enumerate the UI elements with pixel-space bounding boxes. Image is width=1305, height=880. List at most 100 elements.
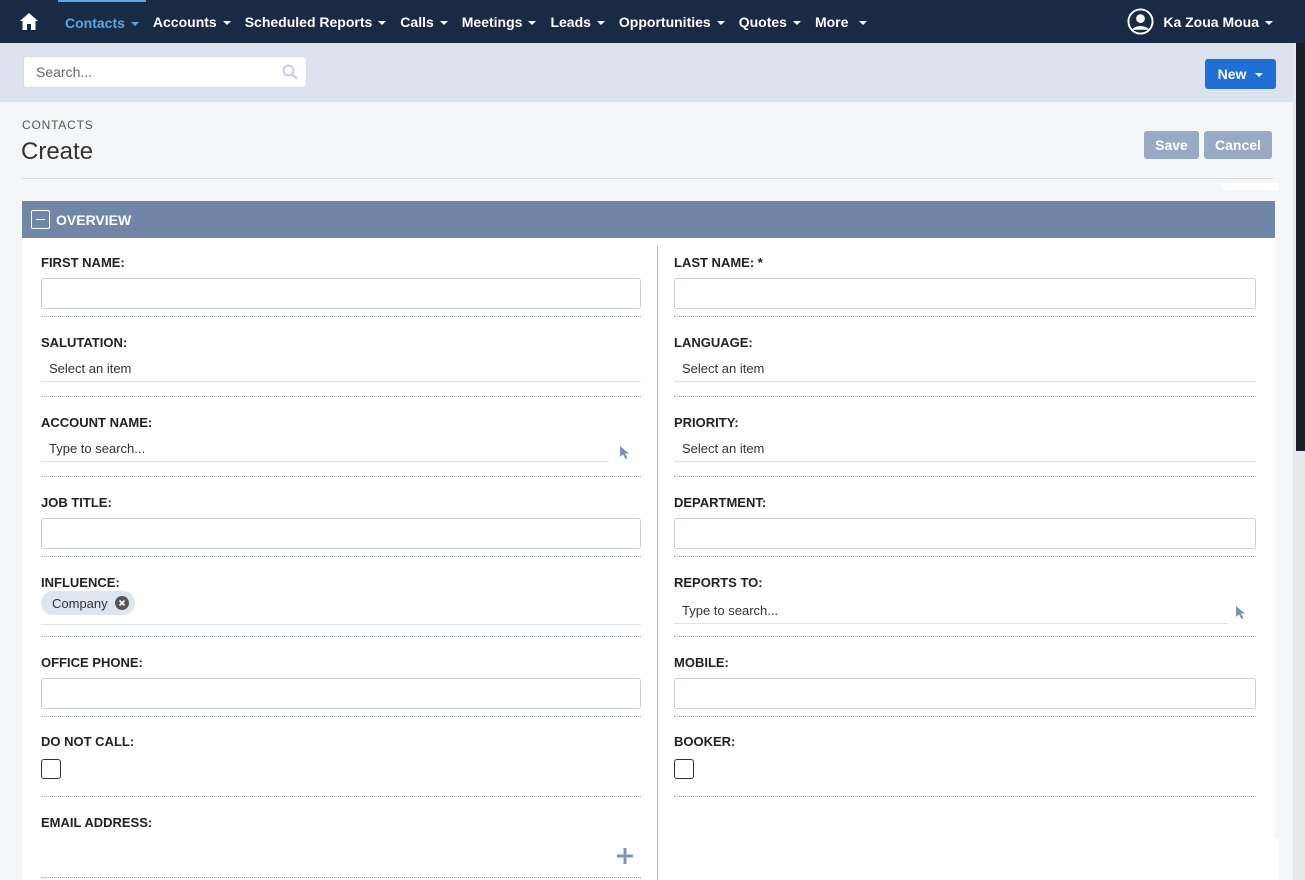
field-divider: [674, 476, 1256, 477]
job-title-field: JOB TITLE:: [41, 495, 641, 559]
do-not-call-checkbox[interactable]: [41, 759, 61, 779]
field-divider: [674, 556, 1256, 557]
cancel-button[interactable]: Cancel: [1204, 131, 1272, 159]
office-phone-field: OFFICE PHONE:: [41, 655, 641, 719]
influence-field: INFLUENCE: Company: [41, 575, 641, 639]
save-button[interactable]: Save: [1144, 131, 1199, 159]
reports-to-search[interactable]: Type to search...: [674, 597, 1228, 624]
salutation-field: SALUTATION: Select an item: [41, 335, 641, 399]
chevron-down-icon: [716, 20, 725, 25]
chevron-down-icon: [859, 20, 868, 25]
nav-opportunities[interactable]: Opportunities: [612, 0, 732, 43]
chevron-down-icon: [222, 20, 231, 25]
department-field: DEPARTMENT:: [674, 495, 1256, 559]
chevron-down-icon: [1265, 20, 1273, 25]
nav-contacts[interactable]: Contacts: [58, 0, 146, 43]
department-input[interactable]: [674, 518, 1256, 549]
booker-checkbox[interactable]: [674, 759, 694, 779]
nav-scheduled-reports[interactable]: Scheduled Reports: [238, 0, 394, 43]
home-button[interactable]: [0, 0, 58, 43]
decorative-block: [1223, 838, 1279, 880]
select-cursor-icon[interactable]: [1235, 605, 1247, 620]
salutation-label: SALUTATION:: [41, 335, 128, 350]
reports-to-label: REPORTS TO:: [674, 575, 763, 590]
account-name-label: ACCOUNT NAME:: [41, 415, 153, 430]
priority-field: PRIORITY: Select an item: [674, 415, 1256, 479]
module-label: CONTACTS: [22, 118, 94, 132]
scrollbar-thumb[interactable]: [1296, 43, 1305, 451]
user-circle-icon: [1127, 8, 1154, 35]
chevron-down-icon: [528, 20, 537, 25]
field-divider: [41, 396, 641, 397]
account-name-search[interactable]: Type to search...: [41, 435, 609, 462]
do-not-call-field: DO NOT CALL:: [41, 734, 641, 798]
overview-panel-header[interactable]: OVERVIEW: [22, 201, 1275, 238]
do-not-call-label: DO NOT CALL:: [41, 734, 135, 749]
office-phone-input[interactable]: [41, 678, 641, 709]
global-search: [23, 56, 307, 88]
office-phone-label: OFFICE PHONE:: [41, 655, 143, 670]
priority-label: PRIORITY:: [674, 415, 739, 430]
chevron-down-icon: [1255, 73, 1264, 77]
chevron-down-icon: [439, 20, 448, 25]
new-button[interactable]: New: [1205, 59, 1276, 89]
influence-underline: [41, 624, 641, 625]
first-name-field: FIRST NAME:: [41, 255, 641, 319]
influence-tag: Company: [41, 591, 135, 615]
mobile-field: MOBILE:: [674, 655, 1256, 719]
last-name-input[interactable]: [674, 278, 1256, 309]
language-field: LANGUAGE: Select an item: [674, 335, 1256, 399]
field-divider: [674, 316, 1256, 317]
first-name-input[interactable]: [41, 278, 641, 309]
add-email-icon[interactable]: [617, 848, 633, 864]
top-navigation: Contacts Accounts Scheduled Reports Call…: [0, 0, 1305, 43]
field-divider: [674, 796, 1256, 797]
email-address-label: EMAIL ADDRESS:: [41, 815, 153, 830]
salutation-select[interactable]: Select an item: [41, 355, 641, 382]
reports-to-field: REPORTS TO: Type to search...: [674, 575, 1256, 639]
chevron-down-icon: [596, 20, 605, 25]
page-title: Create: [21, 138, 94, 165]
remove-tag-icon[interactable]: [114, 596, 129, 610]
field-divider: [41, 316, 641, 317]
panel-title: OVERVIEW: [56, 211, 132, 228]
home-icon: [20, 13, 38, 30]
mobile-label: MOBILE:: [674, 655, 729, 670]
search-icon[interactable]: [274, 64, 306, 80]
mobile-input[interactable]: [674, 678, 1256, 709]
nav-leads[interactable]: Leads: [543, 0, 611, 43]
job-title-label: JOB TITLE:: [41, 495, 112, 510]
email-address-field: EMAIL ADDRESS:: [41, 815, 641, 879]
last-name-field: LAST NAME: *: [674, 255, 1256, 319]
select-cursor-icon[interactable]: [619, 445, 631, 460]
nav-quotes[interactable]: Quotes: [732, 0, 808, 43]
search-bar-strip: New: [0, 43, 1293, 102]
field-divider: [674, 636, 1256, 637]
influence-label: INFLUENCE:: [41, 575, 120, 590]
nav-calls[interactable]: Calls: [393, 0, 454, 43]
nav-accounts[interactable]: Accounts: [146, 0, 238, 43]
field-divider: [41, 476, 641, 477]
field-divider: [41, 877, 641, 878]
language-select[interactable]: Select an item: [674, 355, 1256, 382]
booker-label: BOOKER:: [674, 734, 736, 749]
field-divider: [41, 636, 641, 637]
collapse-icon[interactable]: [31, 210, 50, 229]
field-divider: [674, 716, 1256, 717]
chevron-down-icon: [792, 20, 801, 25]
search-input[interactable]: [24, 57, 274, 87]
language-label: LANGUAGE:: [674, 335, 753, 350]
field-divider: [674, 396, 1256, 397]
user-name: Ka Zoua Moua: [1163, 13, 1259, 30]
required-mark: *: [757, 255, 763, 270]
first-name-label: FIRST NAME:: [41, 255, 125, 270]
booker-field: BOOKER:: [674, 734, 1256, 798]
last-name-label: LAST NAME: *: [674, 255, 763, 270]
nav-more[interactable]: More: [808, 0, 874, 43]
header-divider: [22, 178, 1273, 179]
job-title-input[interactable]: [41, 518, 641, 549]
priority-select[interactable]: Select an item: [674, 435, 1256, 462]
chevron-down-icon: [130, 21, 139, 26]
user-menu[interactable]: Ka Zoua Moua: [1127, 0, 1273, 43]
nav-meetings[interactable]: Meetings: [455, 0, 544, 43]
